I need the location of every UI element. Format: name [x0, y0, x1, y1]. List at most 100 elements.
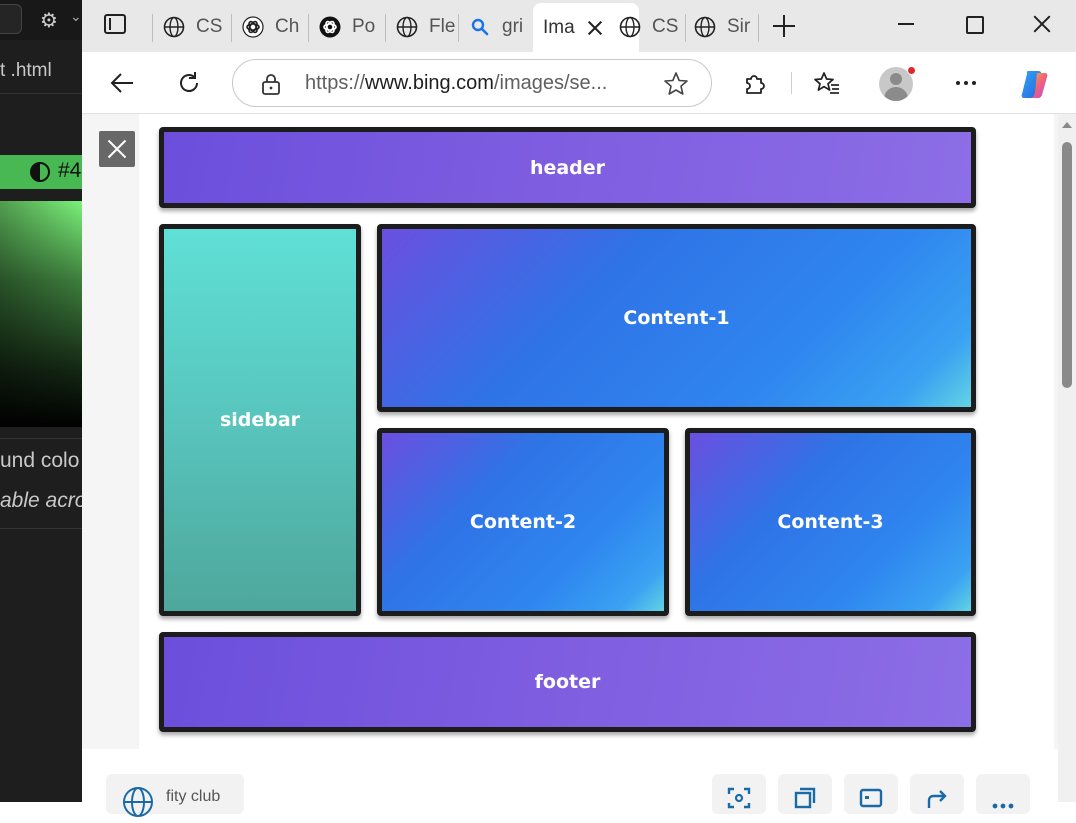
url-prefix: https://	[305, 72, 366, 94]
tab-actions-menu[interactable]	[104, 14, 126, 36]
tab-divider	[308, 14, 309, 42]
share-button[interactable]	[910, 774, 964, 814]
tab-chatgpt[interactable]: Ch	[233, 8, 307, 46]
content-3-label: Content-3	[777, 511, 884, 533]
url-path: /images/se...	[493, 72, 608, 94]
color-hex-value: #4	[58, 159, 82, 182]
tab-label: Po	[352, 16, 376, 37]
more-icon	[956, 81, 976, 85]
globe-icon	[395, 15, 419, 39]
divider	[0, 438, 82, 439]
layout-sidebar-box: sidebar	[159, 224, 361, 616]
tab-divider	[458, 14, 459, 42]
search-icon	[468, 15, 492, 39]
scroll-up-arrow-icon[interactable]	[1062, 122, 1072, 128]
extensions-button[interactable]	[740, 68, 770, 98]
doc-text-line-italic: able acros	[0, 489, 82, 512]
tab-strip: CS Ch Po Fle gri Ima CS Sir	[82, 0, 1076, 52]
doc-text-line: und colo	[0, 449, 80, 472]
view-image-button[interactable]	[844, 774, 898, 814]
new-tab-button[interactable]	[772, 14, 796, 38]
content-1-label: Content-1	[623, 307, 730, 329]
tab-divider	[152, 14, 153, 42]
more-options-button[interactable]	[951, 68, 981, 98]
globe-icon	[162, 15, 186, 39]
tab-label: Sir	[727, 16, 751, 37]
back-arrow-icon	[110, 73, 133, 93]
image-actions-bar: fity club	[82, 749, 1076, 817]
maximize-button[interactable]	[962, 12, 986, 36]
tab-cs[interactable]: CS	[154, 8, 230, 46]
copilot-logo-icon	[1021, 71, 1048, 98]
tab-label: Ch	[275, 16, 300, 37]
source-label: fity club	[166, 788, 221, 805]
color-swatch-bar[interactable]: #4	[0, 155, 82, 189]
tab-label: Ima	[543, 16, 575, 38]
tab-label: Fle	[429, 16, 456, 37]
puzzle-icon	[746, 75, 765, 94]
editor-toolbar-button[interactable]	[0, 4, 22, 34]
color-picker-gradient[interactable]	[0, 201, 82, 427]
collection-icon	[794, 787, 816, 809]
tab-divider	[231, 14, 232, 42]
editor-file-tab[interactable]: t .html	[0, 50, 82, 94]
close-viewer-button[interactable]	[99, 131, 135, 167]
url-text: https://www.bing.com/images/se...	[305, 72, 607, 95]
header-label: header	[529, 156, 606, 179]
save-collection-button[interactable]	[778, 774, 832, 814]
notification-dot	[907, 66, 916, 75]
sidebar-label: sidebar	[219, 409, 301, 431]
chevron-down-icon[interactable]: ⌄	[70, 8, 82, 25]
tab-label: CS	[652, 16, 679, 37]
tab-cs-2[interactable]: CS	[610, 8, 684, 46]
copilot-icon[interactable]: ⚙	[40, 8, 58, 32]
address-bar[interactable]: https://www.bing.com/images/se...	[232, 59, 712, 107]
layout-content-3-box: Content-3	[685, 428, 976, 616]
visual-search-icon	[727, 787, 751, 809]
background-editor-window: ⚙ ⌄ t .html #4 und colo able acros	[0, 0, 82, 802]
layout-header-box: header	[159, 127, 976, 208]
tab-label: CS	[196, 16, 223, 37]
favorites-icon	[814, 72, 839, 94]
url-domain: www.bing.com	[365, 72, 494, 94]
refresh-icon	[180, 72, 198, 92]
layout-footer-box: footer	[159, 632, 976, 732]
close-window-button[interactable]	[1030, 12, 1054, 36]
lock-icon[interactable]	[261, 72, 281, 101]
source-link[interactable]: fity club	[106, 774, 244, 817]
content-2-label: Content-2	[469, 511, 577, 533]
globe-icon	[693, 15, 717, 39]
tab-divider	[758, 14, 759, 42]
back-button[interactable]	[107, 68, 137, 98]
scrollbar-thumb[interactable]	[1062, 142, 1072, 388]
refresh-button[interactable]	[174, 68, 204, 98]
visual-search-button[interactable]	[712, 774, 766, 814]
globe-icon	[122, 786, 154, 823]
close-tab-icon[interactable]	[587, 20, 603, 36]
layout-content-1-box: Content-1	[377, 224, 976, 412]
tab-sir[interactable]: Sir	[685, 8, 757, 46]
footer-label: footer	[534, 671, 601, 693]
minimize-button[interactable]	[894, 12, 918, 36]
tab-gri[interactable]: gri	[460, 8, 530, 46]
image-viewer: header sidebar Content-1 Content-2 Conte…	[82, 114, 1076, 817]
contrast-icon[interactable]	[30, 162, 50, 182]
tab-fle[interactable]: Fle	[387, 8, 457, 46]
globe-icon	[618, 15, 642, 39]
tab-label: gri	[502, 16, 524, 37]
toolbar-separator	[791, 72, 792, 94]
tab-po[interactable]: Po	[310, 8, 384, 46]
preview-image[interactable]: header sidebar Content-1 Content-2 Conte…	[139, 114, 1054, 749]
more-actions-button[interactable]	[976, 774, 1030, 814]
share-icon	[927, 790, 947, 808]
image-icon	[859, 788, 883, 808]
copilot-button[interactable]	[1019, 67, 1053, 101]
chatgpt-icon	[318, 15, 342, 39]
more-icon	[992, 803, 1014, 809]
favorites-button[interactable]	[812, 68, 842, 98]
browser-window: CS Ch Po Fle gri Ima CS Sir https://www.…	[82, 0, 1076, 817]
chatgpt-icon	[241, 15, 265, 39]
tab-divider	[385, 14, 386, 42]
viewer-scrollbar[interactable]	[1058, 114, 1076, 802]
favorite-star-icon[interactable]	[663, 71, 689, 102]
